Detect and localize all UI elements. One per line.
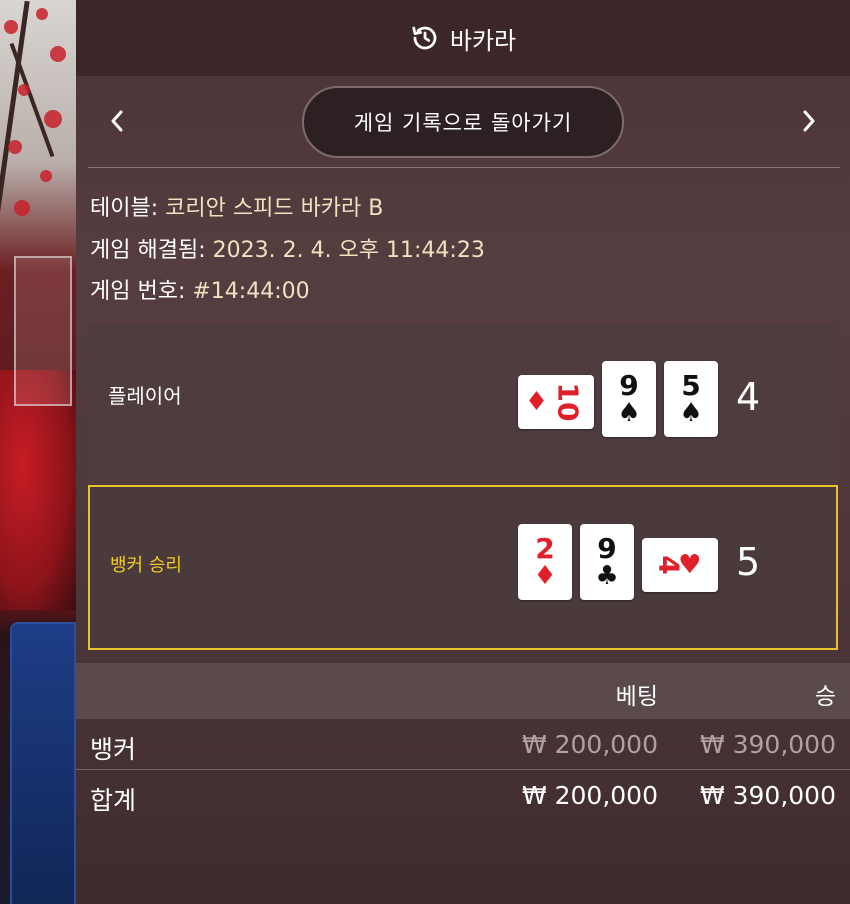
resolved-info: 게임 해결됨: 2023. 2. 4. 오후 11:44:23 xyxy=(90,230,485,272)
playing-card: 2 ♦ xyxy=(518,524,572,600)
table-info: 테이블: 코리안 스피드 바카라 B xyxy=(90,188,485,230)
game-background xyxy=(0,0,76,904)
row-win: ₩ 390,000 xyxy=(699,781,836,810)
table-row: 뱅커 ₩ 200,000 ₩ 390,000 xyxy=(76,720,850,770)
page-title: 바카라 xyxy=(449,26,517,55)
row-bet: ₩ 200,000 xyxy=(521,781,658,810)
table-row: 합계 ₩ 200,000 ₩ 390,000 xyxy=(76,771,850,821)
card-rank: 5 xyxy=(681,369,701,402)
card-shoe xyxy=(14,256,72,406)
resolved-value: 2023. 2. 4. 오후 11:44:23 xyxy=(212,237,485,263)
game-number-label: 게임 번호: xyxy=(90,279,186,304)
player-hand: 플레이어 ♦ 10 9 ♠ 5 ♠ 4 xyxy=(88,323,838,483)
game-number-value: #14:44:00 xyxy=(192,279,310,304)
card-suit: ♦ xyxy=(533,561,557,591)
chevron-left-icon[interactable] xyxy=(102,106,132,136)
playing-card: 9 ♣ xyxy=(580,524,634,600)
divider xyxy=(88,167,840,168)
column-header-bet: 베팅 xyxy=(615,684,658,710)
panel-header: 바카라 xyxy=(76,0,850,76)
row-win: ₩ 390,000 xyxy=(699,730,836,759)
banker-score: 5 xyxy=(736,540,761,584)
playing-card: ♦ 10 xyxy=(518,375,594,429)
card-rank: 9 xyxy=(619,369,639,402)
playing-card: 5 ♠ xyxy=(664,361,718,437)
table-value: 코리안 스피드 바카라 B xyxy=(165,196,384,221)
back-to-history-button[interactable]: 게임 기록으로 돌아가기 xyxy=(302,86,624,158)
history-nav: 게임 기록으로 돌아가기 xyxy=(76,76,850,168)
card-suit: ♦ xyxy=(524,387,549,417)
resolved-label: 게임 해결됨: xyxy=(90,237,206,263)
row-name: 합계 xyxy=(90,786,137,815)
game-info: 테이블: 코리안 스피드 바카라 B 게임 해결됨: 2023. 2. 4. 오… xyxy=(90,188,485,313)
card-suit: ♣ xyxy=(595,561,619,591)
row-name: 뱅커 xyxy=(90,735,137,764)
playing-card: 4 ♥ xyxy=(642,538,718,592)
banker-win-label: 뱅커 승리 xyxy=(110,555,182,576)
game-history-panel: 바카라 게임 기록으로 돌아가기 테이블: 코리안 스피드 바카라 B 게임 해… xyxy=(76,0,850,904)
history-icon xyxy=(412,26,437,50)
table-label: 테이블: xyxy=(90,196,159,221)
banker-hand: 뱅커 승리 2 ♦ 9 ♣ 4 ♥ 5 xyxy=(88,485,838,650)
column-header-win: 승 xyxy=(814,684,836,710)
chevron-right-icon[interactable] xyxy=(794,106,824,136)
game-number-info: 게임 번호: #14:44:00 xyxy=(90,271,485,313)
card-rank: 9 xyxy=(597,532,617,565)
row-bet: ₩ 200,000 xyxy=(521,730,658,759)
player-score: 4 xyxy=(736,375,761,419)
card-rank: 2 xyxy=(535,532,555,565)
card-suit: ♠ xyxy=(617,398,641,428)
playing-card: 9 ♠ xyxy=(602,361,656,437)
bet-table-header: 베팅 승 xyxy=(76,663,850,719)
card-suit: ♠ xyxy=(679,398,703,428)
card-rank: 4 xyxy=(652,555,686,575)
card-rank: 10 xyxy=(551,382,585,422)
betting-area xyxy=(10,622,76,904)
player-label: 플레이어 xyxy=(108,384,182,408)
